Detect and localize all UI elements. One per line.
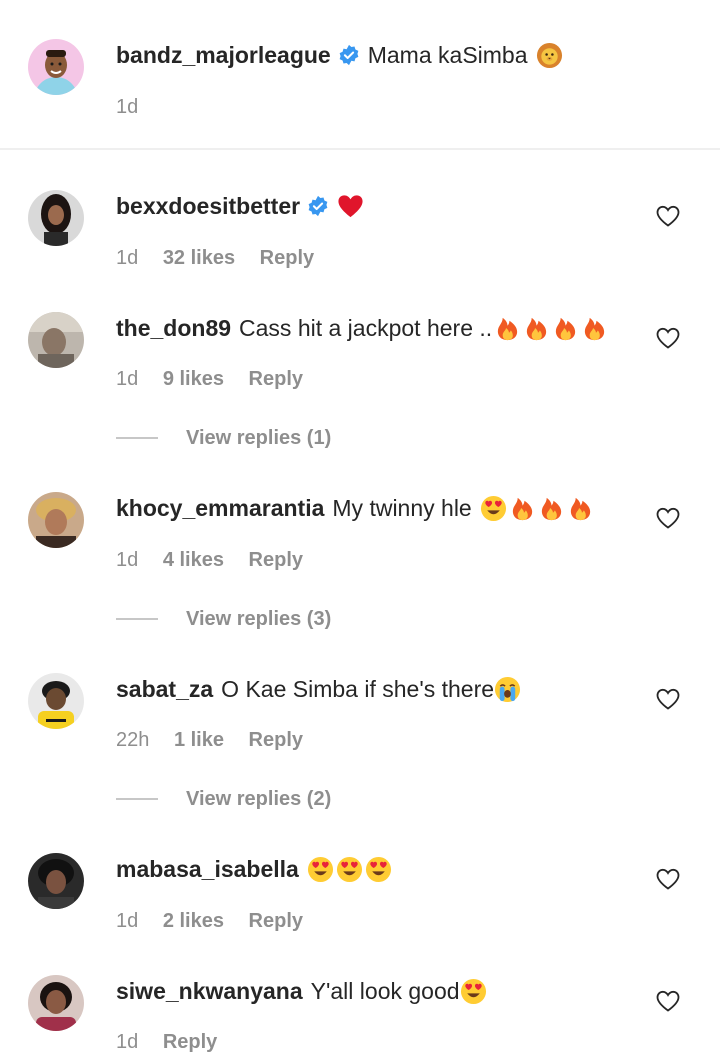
timestamp: 1d — [116, 1031, 139, 1053]
emoji-group — [460, 978, 489, 1005]
timestamp: 1d — [116, 549, 139, 571]
timestamp: 1d — [116, 910, 139, 932]
emoji-group — [494, 315, 610, 342]
avatar[interactable] — [28, 312, 84, 368]
verified-badge-icon — [338, 44, 360, 66]
fire-icon — [581, 315, 608, 342]
view-replies-button[interactable]: View replies (3) — [116, 606, 331, 632]
username[interactable]: bandz_majorleague — [116, 41, 331, 69]
heart-eyes-icon — [460, 978, 487, 1005]
like-heart-icon[interactable] — [656, 507, 680, 529]
reply-button[interactable]: Reply — [249, 549, 303, 571]
heart-eyes-icon — [336, 856, 363, 883]
like-heart-icon[interactable] — [656, 868, 680, 890]
reply-button[interactable]: Reply — [249, 910, 303, 932]
likes-count[interactable]: 2 likes — [163, 910, 224, 932]
divider — [0, 148, 720, 150]
like-heart-icon[interactable] — [656, 688, 680, 710]
fire-icon — [552, 315, 579, 342]
username[interactable]: sabat_za — [116, 675, 213, 703]
comment-line: bexxdoesitbetter — [116, 192, 366, 220]
comment-line: siwe_nkwanyana Y'all look good — [116, 977, 489, 1005]
likes-count[interactable]: 4 likes — [163, 549, 224, 571]
view-replies-button[interactable]: View replies (1) — [116, 425, 331, 451]
avatar[interactable] — [28, 975, 84, 1031]
timestamp: 1d — [116, 368, 139, 390]
caption-meta: 1d — [116, 95, 157, 119]
comment-text: Y'all look good — [310, 978, 460, 1004]
comment-meta: 22h 1 like Reply — [116, 728, 322, 752]
view-replies-label[interactable]: View replies (2) — [186, 788, 331, 811]
heart-eyes-icon — [480, 495, 507, 522]
avatar[interactable] — [28, 492, 84, 548]
replies-dash — [116, 618, 158, 620]
loudly-crying-icon — [494, 676, 521, 703]
comment-meta: 1d 2 likes Reply — [116, 909, 322, 933]
comment-line: the_don89 Cass hit a jackpot here .. — [116, 314, 610, 342]
comment-meta: 1d Reply — [116, 1030, 236, 1054]
fire-icon — [538, 495, 565, 522]
avatar[interactable] — [28, 853, 84, 909]
fire-icon — [494, 315, 521, 342]
red-heart-icon — [337, 193, 364, 220]
reply-button[interactable]: Reply — [163, 1031, 217, 1053]
fire-icon — [567, 495, 594, 522]
comment-text: Cass hit a jackpot here .. — [239, 315, 493, 341]
emoji-group — [494, 676, 523, 703]
likes-count[interactable]: 32 likes — [163, 247, 235, 269]
username[interactable]: the_don89 — [116, 314, 231, 342]
likes-count[interactable]: 1 like — [174, 729, 224, 751]
avatar[interactable] — [28, 190, 84, 246]
heart-eyes-icon — [365, 856, 392, 883]
comment-meta: 1d 9 likes Reply — [116, 367, 322, 391]
comment-text: O Kae Simba if she's there — [221, 676, 495, 702]
username[interactable]: mabasa_isabella — [116, 855, 299, 883]
heart-eyes-icon — [307, 856, 334, 883]
like-heart-icon[interactable] — [656, 990, 680, 1012]
likes-count[interactable]: 9 likes — [163, 368, 224, 390]
username[interactable]: bexxdoesitbetter — [116, 192, 300, 220]
timestamp: 1d — [116, 96, 139, 118]
verified-badge-icon — [307, 195, 329, 217]
like-heart-icon[interactable] — [656, 205, 680, 227]
fire-icon — [523, 315, 550, 342]
reply-button[interactable]: Reply — [249, 729, 303, 751]
replies-dash — [116, 798, 158, 800]
comment-meta: 1d 4 likes Reply — [116, 548, 322, 572]
emoji-group — [536, 42, 565, 69]
post-caption: bandz_majorleague Mama kaSimba 1d — [0, 0, 720, 148]
timestamp: 22h — [116, 729, 150, 751]
fire-icon — [509, 495, 536, 522]
emoji-group — [480, 495, 596, 522]
avatar[interactable] — [28, 39, 84, 95]
comment-line: khocy_emmarantia My twinny hle — [116, 494, 596, 522]
comment-line: sabat_za O Kae Simba if she's there — [116, 675, 523, 703]
lion-face-icon — [536, 42, 563, 69]
replies-dash — [116, 437, 158, 439]
view-replies-label[interactable]: View replies (3) — [186, 608, 331, 631]
view-replies-button[interactable]: View replies (2) — [116, 786, 331, 812]
caption-line: bandz_majorleague Mama kaSimba — [116, 41, 565, 69]
reply-button[interactable]: Reply — [249, 368, 303, 390]
username[interactable]: siwe_nkwanyana — [116, 977, 303, 1005]
like-heart-icon[interactable] — [656, 327, 680, 349]
timestamp: 1d — [116, 247, 139, 269]
emoji-group — [337, 193, 366, 220]
comment-line: mabasa_isabella — [116, 855, 394, 883]
avatar[interactable] — [28, 673, 84, 729]
view-replies-label[interactable]: View replies (1) — [186, 427, 331, 450]
comment-text: My twinny hle — [332, 495, 472, 521]
reply-button[interactable]: Reply — [260, 247, 314, 269]
comment-text: Mama kaSimba — [367, 42, 528, 68]
emoji-group — [307, 856, 394, 883]
comment-meta: 1d 32 likes Reply — [116, 246, 333, 270]
username[interactable]: khocy_emmarantia — [116, 494, 324, 522]
